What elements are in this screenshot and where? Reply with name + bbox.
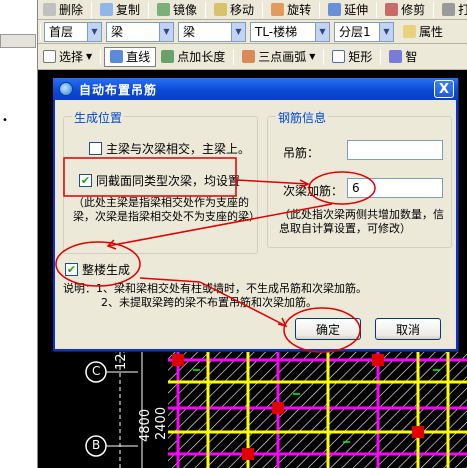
toolbar-separator bbox=[91, 1, 93, 18]
draw-toolbar: 选择 ▼ 直线 点加长度 三点画弧 ▼ 矩形 智 bbox=[38, 44, 467, 70]
dialog-titlebar[interactable]: 自动布置吊筋 X bbox=[53, 78, 458, 100]
toolbar-separator bbox=[205, 1, 207, 18]
close-button[interactable]: X bbox=[434, 80, 454, 98]
cursor-icon bbox=[43, 50, 56, 63]
main-secondary-checkbox[interactable]: 主梁与次梁相交，主梁上。 bbox=[89, 140, 250, 157]
dimension-label: 4800 bbox=[138, 408, 153, 442]
main-secondary-label: 主梁与次梁相交，主梁上。 bbox=[106, 142, 251, 156]
axis-label-c: C bbox=[92, 364, 101, 378]
element-type-value: 梁 bbox=[183, 25, 196, 39]
panel-button[interactable] bbox=[0, 34, 36, 48]
hanger-label: 吊筋： bbox=[283, 146, 320, 160]
edit-toolbar: 删除 复制 镜像 移动 旋转 延伸 修剪 打 bbox=[38, 0, 467, 20]
layer-value: 分层1 bbox=[339, 25, 371, 39]
extend-button[interactable]: 延伸 bbox=[323, 1, 373, 19]
chevron-down-icon: ▼ bbox=[309, 52, 316, 61]
extend-icon bbox=[328, 3, 342, 16]
checkbox-checked[interactable]: ✔ bbox=[79, 174, 92, 187]
move-button[interactable]: 移动 bbox=[209, 1, 259, 19]
axis-label-b: B bbox=[92, 438, 101, 452]
rebar-group-title: 钢筋信息 bbox=[276, 109, 329, 126]
explain-line-1: 说明：1、梁和梁相交处有柱或墙时，不生成吊筋和次梁加筋。 bbox=[63, 282, 367, 295]
smart-layout-button[interactable]: 智 bbox=[384, 48, 422, 66]
point-length-icon bbox=[161, 50, 175, 63]
toolbar-separator bbox=[262, 1, 264, 18]
dialog-title: 自动布置吊筋 bbox=[79, 82, 158, 97]
rotate-button[interactable]: 旋转 bbox=[266, 1, 316, 19]
same-section-checkbox[interactable]: ✔ 同截面同类型次梁，均设置 bbox=[79, 172, 240, 189]
rotate-icon bbox=[271, 3, 285, 16]
mirror-icon bbox=[157, 3, 171, 16]
rectangle-button[interactable]: 矩形 bbox=[327, 48, 377, 66]
toolbar-separator bbox=[100, 48, 102, 65]
point-length-button[interactable]: 点加长度 bbox=[156, 48, 230, 66]
extra-stirrup-label: 次梁加筋： bbox=[283, 184, 344, 198]
element-type-select[interactable]: 梁 ▼ bbox=[178, 21, 246, 42]
delete-button[interactable]: 删除 bbox=[38, 1, 88, 19]
category-select[interactable]: 梁 ▼ bbox=[106, 21, 174, 42]
left-panel: • bbox=[0, 0, 38, 468]
toolbar-separator bbox=[323, 48, 325, 65]
move-icon bbox=[214, 3, 228, 16]
printer-icon bbox=[442, 3, 456, 16]
arc-button[interactable]: 三点画弧 ▼ bbox=[237, 48, 320, 66]
properties-icon bbox=[403, 25, 416, 38]
toolbar-separator bbox=[433, 1, 435, 18]
chevron-down-icon[interactable]: ▼ bbox=[159, 22, 173, 41]
line-icon bbox=[110, 50, 124, 63]
same-section-label: 同截面同类型次梁，均设置 bbox=[96, 174, 241, 188]
cancel-button[interactable]: 取消 bbox=[375, 318, 441, 340]
select-button[interactable]: 选择 ▼ bbox=[38, 48, 97, 66]
app-icon bbox=[59, 82, 73, 96]
copy-button[interactable]: 复制 bbox=[95, 1, 145, 19]
arc-icon bbox=[242, 50, 256, 63]
chevron-down-icon: ▼ bbox=[86, 52, 93, 61]
rebar-note: （此处指次梁两侧共增加数量，信息取自计算设置，可修改） bbox=[279, 208, 444, 235]
chevron-down-icon[interactable]: ▼ bbox=[315, 22, 329, 41]
component-select[interactable]: TL-楼梯 ▼ bbox=[250, 21, 330, 42]
toolbar-separator bbox=[319, 1, 321, 18]
trim-icon bbox=[385, 3, 399, 16]
trim-button[interactable]: 修剪 bbox=[380, 1, 430, 19]
smart-icon bbox=[389, 50, 403, 63]
whole-floor-label: 整楼生成 bbox=[82, 263, 131, 277]
toolbar-separator bbox=[233, 48, 235, 65]
dimension-label: 2400 bbox=[154, 406, 169, 440]
category-value: 梁 bbox=[111, 25, 124, 39]
toolbar-separator bbox=[148, 1, 150, 18]
toolbar-separator bbox=[380, 48, 382, 65]
hanger-input[interactable] bbox=[347, 140, 443, 160]
toolbar-grip bbox=[40, 23, 41, 40]
slab-hatch bbox=[168, 352, 467, 468]
properties-button[interactable]: 属性 bbox=[398, 23, 448, 41]
panel-mark: • bbox=[2, 115, 8, 126]
eraser-icon bbox=[43, 3, 56, 16]
rectangle-icon bbox=[332, 50, 346, 63]
print-button[interactable]: 打 bbox=[437, 1, 467, 19]
floor-select[interactable]: 首层 ▼ bbox=[44, 21, 102, 42]
position-group-title: 生成位置 bbox=[72, 109, 125, 126]
checkbox-box[interactable] bbox=[89, 142, 102, 155]
toolbar-separator bbox=[376, 1, 378, 18]
component-toolbar: 首层 ▼ 梁 ▼ 梁 ▼ TL-楼梯 ▼ 分层1 ▼ 属性 bbox=[38, 20, 467, 44]
ok-button[interactable]: 确定 bbox=[295, 318, 361, 340]
line-button[interactable]: 直线 bbox=[104, 46, 157, 67]
whole-floor-checkbox[interactable]: ✔ 整楼生成 bbox=[65, 261, 130, 278]
floor-value: 首层 bbox=[49, 25, 74, 39]
chevron-down-icon[interactable]: ▼ bbox=[87, 22, 101, 41]
layer-select[interactable]: 分层1 ▼ bbox=[334, 21, 394, 42]
explain-line-2: 2、未提取梁跨的梁不布置吊筋和次梁加筋。 bbox=[101, 296, 317, 309]
copy-icon bbox=[100, 3, 114, 16]
chevron-down-icon[interactable]: ▼ bbox=[231, 22, 245, 41]
component-value: TL-楼梯 bbox=[255, 25, 298, 39]
auto-hanger-dialog: 自动布置吊筋 X 生成位置 主梁与次梁相交，主梁上。 ✔ 同截面同类型次梁，均设… bbox=[53, 78, 458, 351]
checkbox-checked[interactable]: ✔ bbox=[65, 263, 78, 276]
extra-stirrup-input[interactable]: 6 bbox=[347, 178, 443, 198]
chevron-down-icon[interactable]: ▼ bbox=[379, 22, 393, 41]
mirror-button[interactable]: 镜像 bbox=[152, 1, 202, 19]
position-note: （此处主梁是指梁相交处作为支座的梁，次梁是指梁相交处不为支座的梁） bbox=[73, 196, 260, 223]
